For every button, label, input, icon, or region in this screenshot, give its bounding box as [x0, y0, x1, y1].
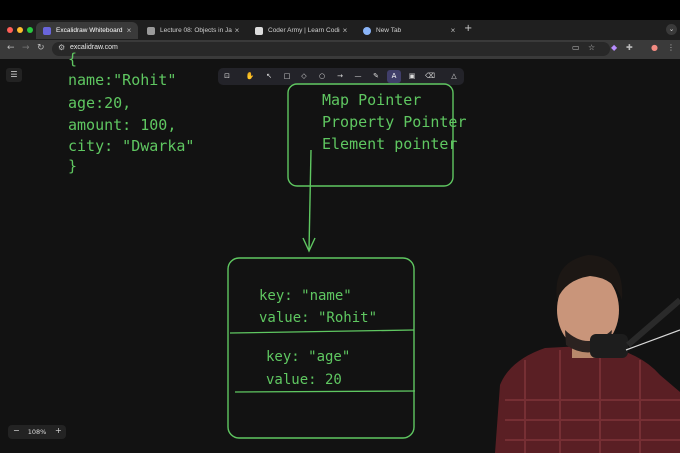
presenter-webcam [495, 255, 680, 453]
microphone-icon [590, 334, 628, 358]
mic-arm [626, 297, 680, 348]
